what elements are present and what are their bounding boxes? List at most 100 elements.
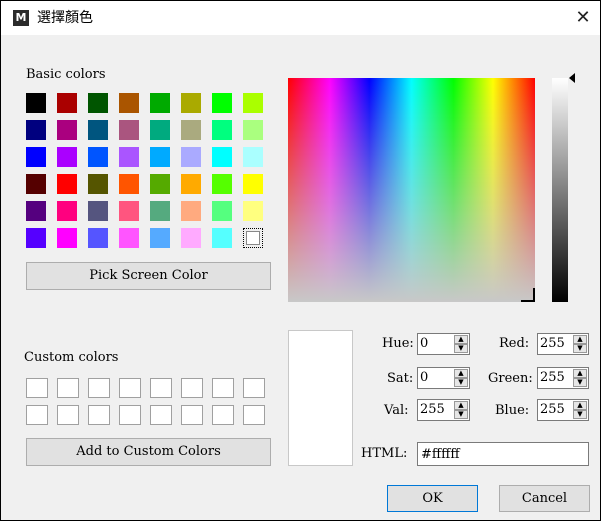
basic-color-swatch[interactable] — [26, 228, 46, 248]
color-spectrum-picker[interactable] — [288, 78, 535, 302]
basic-color-swatch[interactable] — [57, 147, 77, 167]
custom-color-slot[interactable] — [181, 378, 203, 398]
basic-colors-label: Basic colors — [26, 67, 106, 82]
basic-color-swatch[interactable] — [119, 174, 139, 194]
basic-color-swatch[interactable] — [150, 201, 170, 221]
custom-color-slot[interactable] — [243, 405, 265, 425]
sat-input[interactable] — [420, 369, 446, 387]
basic-color-swatch[interactable] — [26, 174, 46, 194]
green-input[interactable] — [540, 369, 566, 387]
basic-color-swatch[interactable] — [181, 201, 201, 221]
arrow-up-icon[interactable]: ▲ — [454, 401, 468, 410]
basic-color-swatch[interactable] — [26, 201, 46, 221]
html-hex-input[interactable] — [417, 442, 589, 466]
basic-color-swatch[interactable] — [57, 201, 77, 221]
basic-color-swatch[interactable] — [243, 174, 263, 194]
arrow-up-icon[interactable]: ▲ — [573, 369, 587, 378]
basic-color-swatch[interactable] — [26, 147, 46, 167]
val-label: Val: — [384, 403, 409, 418]
blue-spinbox[interactable]: ▲ ▼ — [537, 399, 589, 421]
basic-color-swatch[interactable] — [150, 147, 170, 167]
basic-color-swatch[interactable] — [57, 228, 77, 248]
basic-color-swatch[interactable] — [88, 93, 108, 113]
basic-color-swatch[interactable] — [119, 120, 139, 140]
custom-color-slot[interactable] — [26, 405, 48, 425]
red-input[interactable] — [540, 335, 566, 353]
basic-color-swatch[interactable] — [88, 120, 108, 140]
basic-color-swatch[interactable] — [212, 120, 232, 140]
sat-spinbox[interactable]: ▲ ▼ — [417, 367, 470, 389]
basic-color-swatch[interactable] — [212, 201, 232, 221]
basic-color-swatch[interactable] — [88, 201, 108, 221]
basic-color-swatch[interactable] — [243, 93, 263, 113]
basic-color-swatch[interactable] — [88, 228, 108, 248]
custom-color-slot[interactable] — [212, 378, 234, 398]
basic-color-swatch[interactable] — [181, 120, 201, 140]
custom-color-slot[interactable] — [88, 378, 110, 398]
cancel-button[interactable]: Cancel — [499, 485, 590, 512]
red-spinbox[interactable]: ▲ ▼ — [537, 333, 589, 355]
luminance-slider[interactable] — [552, 78, 568, 302]
val-spinbox[interactable]: ▲ ▼ — [417, 399, 470, 421]
custom-color-slot[interactable] — [119, 405, 141, 425]
arrow-up-icon[interactable]: ▲ — [454, 335, 468, 344]
custom-color-slot[interactable] — [88, 405, 110, 425]
basic-color-swatch[interactable] — [243, 201, 263, 221]
basic-color-swatch[interactable] — [212, 228, 232, 248]
close-icon[interactable]: ✕ — [571, 6, 595, 30]
basic-color-swatch[interactable] — [243, 228, 263, 248]
basic-color-swatch[interactable] — [119, 93, 139, 113]
custom-color-slot[interactable] — [119, 378, 141, 398]
custom-color-slot[interactable] — [243, 378, 265, 398]
custom-color-slot[interactable] — [57, 405, 79, 425]
basic-color-swatch[interactable] — [243, 147, 263, 167]
basic-color-swatch[interactable] — [212, 174, 232, 194]
basic-color-swatch[interactable] — [212, 93, 232, 113]
basic-color-swatch[interactable] — [181, 174, 201, 194]
green-spinbox[interactable]: ▲ ▼ — [537, 367, 589, 389]
basic-color-swatch[interactable] — [150, 120, 170, 140]
custom-color-slot[interactable] — [57, 378, 79, 398]
arrow-down-icon[interactable]: ▼ — [573, 344, 587, 353]
basic-color-swatch[interactable] — [243, 120, 263, 140]
hue-input[interactable] — [420, 335, 446, 353]
basic-color-swatch[interactable] — [88, 174, 108, 194]
basic-color-swatch[interactable] — [57, 174, 77, 194]
custom-color-slot[interactable] — [150, 405, 172, 425]
basic-color-swatch[interactable] — [26, 120, 46, 140]
add-to-custom-colors-button[interactable]: Add to Custom Colors — [26, 438, 271, 466]
luminance-arrow-icon[interactable] — [569, 73, 575, 83]
basic-color-swatch[interactable] — [181, 147, 201, 167]
basic-color-swatch[interactable] — [119, 201, 139, 221]
basic-color-swatch[interactable] — [181, 228, 201, 248]
arrow-down-icon[interactable]: ▼ — [454, 344, 468, 353]
basic-color-swatch[interactable] — [119, 228, 139, 248]
custom-color-slot[interactable] — [181, 405, 203, 425]
arrow-down-icon[interactable]: ▼ — [573, 378, 587, 387]
custom-color-slot[interactable] — [26, 378, 48, 398]
arrow-up-icon[interactable]: ▲ — [573, 401, 587, 410]
arrow-down-icon[interactable]: ▼ — [573, 410, 587, 419]
basic-color-swatch[interactable] — [150, 228, 170, 248]
hue-spinbox[interactable]: ▲ ▼ — [417, 333, 470, 355]
arrow-down-icon[interactable]: ▼ — [454, 378, 468, 387]
basic-color-swatch[interactable] — [57, 120, 77, 140]
sat-label: Sat: — [387, 371, 414, 386]
val-input[interactable] — [420, 401, 446, 419]
custom-color-slot[interactable] — [212, 405, 234, 425]
basic-color-swatch[interactable] — [150, 174, 170, 194]
pick-screen-color-button[interactable]: Pick Screen Color — [26, 262, 271, 290]
arrow-up-icon[interactable]: ▲ — [573, 335, 587, 344]
arrow-down-icon[interactable]: ▼ — [454, 410, 468, 419]
custom-color-slot[interactable] — [150, 378, 172, 398]
ok-button[interactable]: OK — [387, 485, 478, 512]
blue-input[interactable] — [540, 401, 566, 419]
basic-color-swatch[interactable] — [26, 93, 46, 113]
basic-color-swatch[interactable] — [150, 93, 170, 113]
basic-color-swatch[interactable] — [119, 147, 139, 167]
arrow-up-icon[interactable]: ▲ — [454, 369, 468, 378]
basic-color-swatch[interactable] — [57, 93, 77, 113]
basic-color-swatch[interactable] — [88, 147, 108, 167]
basic-color-swatch[interactable] — [212, 147, 232, 167]
basic-color-swatch[interactable] — [181, 93, 201, 113]
